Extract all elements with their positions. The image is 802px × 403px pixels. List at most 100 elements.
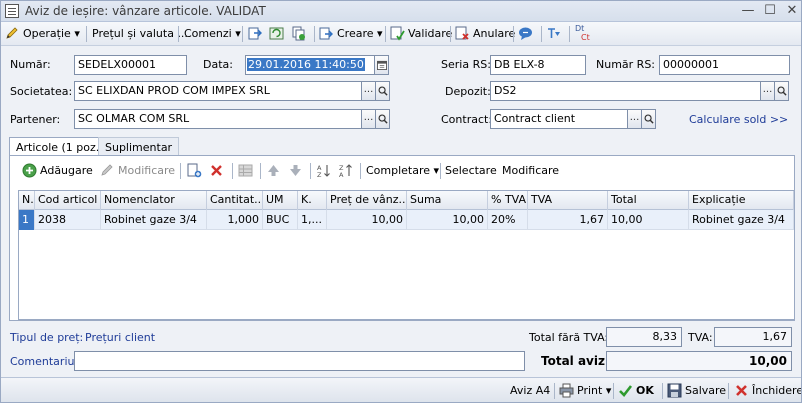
- total-cell[interactable]: 10,00: [608, 210, 689, 230]
- societatea-label: Societatea:: [10, 85, 73, 98]
- depozit-browse-button[interactable]: ...: [760, 81, 775, 101]
- export-button[interactable]: [247, 24, 265, 44]
- validare-button[interactable]: Validare: [390, 24, 452, 44]
- partener-label: Partener:: [10, 113, 61, 126]
- suma-cell[interactable]: 10,00: [407, 210, 488, 230]
- aviz-a4-button[interactable]: Aviz A4: [510, 382, 550, 400]
- calendar-button[interactable]: [374, 55, 389, 75]
- inchidere-button[interactable]: Închidere: [734, 382, 801, 400]
- contract-search-button[interactable]: [641, 109, 656, 129]
- cod-articol-cell[interactable]: 2038: [35, 210, 101, 230]
- column-header[interactable]: TVA: [528, 191, 608, 210]
- procent-tva-cell[interactable]: 20%: [488, 210, 528, 230]
- numar-field[interactable]: SEDELX00001: [74, 55, 187, 75]
- partener-search-button[interactable]: [375, 109, 390, 129]
- copy-button[interactable]: [291, 24, 309, 44]
- sort-descending-icon: ZA: [339, 164, 352, 178]
- sort-az-button[interactable]: AZ: [316, 161, 334, 181]
- add-icon: [22, 163, 37, 177]
- articole-panel: Adăugare Modificare AZ ZA Completare ▾ S…: [9, 155, 795, 321]
- societatea-search-button[interactable]: [375, 81, 390, 101]
- cancel-document-icon: [455, 26, 469, 40]
- cantitate-cell[interactable]: 1,000: [207, 210, 263, 230]
- maximize-button[interactable]: ☐: [761, 3, 779, 19]
- tva-cell[interactable]: 1,67: [528, 210, 608, 230]
- adaugare-button[interactable]: Adăugare: [22, 161, 93, 181]
- export-icon: [248, 27, 262, 39]
- k-cell[interactable]: 1,...: [298, 210, 327, 230]
- tip-pret-label: Tipul de preț:: [10, 331, 84, 344]
- search-icon: [378, 86, 388, 96]
- delete-icon: [211, 164, 222, 176]
- column-header[interactable]: Explicație: [689, 191, 794, 210]
- print-menu[interactable]: Print ▾: [559, 382, 611, 400]
- row-number-cell[interactable]: 1: [19, 210, 35, 230]
- um-cell[interactable]: BUC: [263, 210, 298, 230]
- comentariu-field[interactable]: [74, 351, 525, 371]
- move-up-button[interactable]: [266, 161, 284, 181]
- partener-field[interactable]: SC OLMAR COM SRL: [74, 109, 362, 129]
- table-row[interactable]: 1 2038 Robinet gaze 3/4 1,000 BUC 1,... …: [19, 210, 794, 230]
- depozit-label: Depozit:: [445, 85, 491, 98]
- svg-text:Z: Z: [317, 171, 322, 178]
- pencil-icon: [101, 163, 113, 176]
- delete-row-button[interactable]: [209, 161, 227, 181]
- column-header[interactable]: Suma: [407, 191, 488, 210]
- depozit-field[interactable]: DS2: [490, 81, 761, 101]
- column-header[interactable]: Total: [608, 191, 689, 210]
- contract-field[interactable]: Contract client: [490, 109, 628, 129]
- column-header[interactable]: Nomenclator: [101, 191, 207, 210]
- numar-rs-field[interactable]: 00000001: [659, 55, 790, 75]
- filter-button[interactable]: [546, 24, 564, 44]
- contract-browse-button[interactable]: ...: [627, 109, 642, 129]
- debit-credit-button[interactable]: Dt Ct: [575, 24, 590, 44]
- chevron-down-icon: ▾: [74, 27, 80, 40]
- column-header[interactable]: Cod articol: [35, 191, 101, 210]
- comenzi-menu[interactable]: Comenzi ▾: [184, 24, 241, 44]
- depozit-search-button[interactable]: [774, 81, 789, 101]
- insert-row-button[interactable]: [187, 161, 205, 181]
- pret-vanzare-cell[interactable]: 10,00: [327, 210, 407, 230]
- ok-button[interactable]: OK: [618, 382, 654, 400]
- column-header[interactable]: Preț de vânz...: [327, 191, 407, 210]
- pencil-icon: [6, 26, 18, 39]
- tab-articole[interactable]: Articole (1 poz.): [9, 137, 111, 156]
- tva-total-field: 1,67: [714, 327, 792, 347]
- serie-rs-field[interactable]: DB ELX-8: [490, 55, 586, 75]
- refresh-button[interactable]: [269, 24, 287, 44]
- tip-pret-value[interactable]: Prețuri client: [85, 331, 155, 344]
- column-header[interactable]: N.: [19, 191, 35, 210]
- column-header[interactable]: UM: [263, 191, 298, 210]
- comment-button[interactable]: [518, 24, 536, 44]
- data-field[interactable]: 29.01.2016 11:40:50: [245, 55, 375, 75]
- creare-menu[interactable]: Creare ▾: [319, 24, 383, 44]
- move-down-button[interactable]: [288, 161, 306, 181]
- close-button[interactable]: ✕: [783, 3, 801, 19]
- modificare-button[interactable]: Modificare: [100, 161, 175, 181]
- checkmark-icon: [619, 384, 633, 397]
- societatea-browse-button[interactable]: ...: [361, 81, 376, 101]
- selectare-button[interactable]: Selectare: [445, 161, 497, 181]
- operatie-menu[interactable]: Operație ▾: [5, 24, 80, 44]
- column-header[interactable]: Cantitat...: [207, 191, 263, 210]
- partener-browse-button[interactable]: ...: [361, 109, 376, 129]
- tab-suplimentar[interactable]: Suplimentar: [98, 137, 180, 156]
- column-header[interactable]: % TVA: [488, 191, 528, 210]
- grid-view-button[interactable]: [238, 161, 256, 181]
- pret-valuta-button[interactable]: Prețul și valuta ...: [92, 24, 188, 44]
- salvare-button[interactable]: Salvare: [667, 382, 726, 400]
- anulare-button[interactable]: Anulare: [455, 24, 515, 44]
- bottom-bar: Aviz A4 Print ▾ OK Salvare Închidere: [1, 377, 801, 402]
- printer-icon: [559, 383, 574, 397]
- calculare-sold-link[interactable]: Calculare sold >>: [689, 113, 788, 126]
- societatea-field[interactable]: SC ELIXDAN PROD COM IMPEX SRL: [74, 81, 362, 101]
- completare-menu[interactable]: Completare ▾: [366, 161, 439, 181]
- modificare-column-button[interactable]: Modificare: [502, 161, 559, 181]
- sort-za-button[interactable]: ZA: [338, 161, 356, 181]
- explicatie-cell[interactable]: Robinet gaze 3/4: [689, 210, 794, 230]
- insert-document-icon: [187, 163, 202, 177]
- minimize-button[interactable]: —: [739, 3, 757, 19]
- column-header[interactable]: K.: [298, 191, 327, 210]
- total-aviz-label: Total aviz:: [541, 354, 610, 368]
- nomenclator-cell[interactable]: Robinet gaze 3/4: [101, 210, 207, 230]
